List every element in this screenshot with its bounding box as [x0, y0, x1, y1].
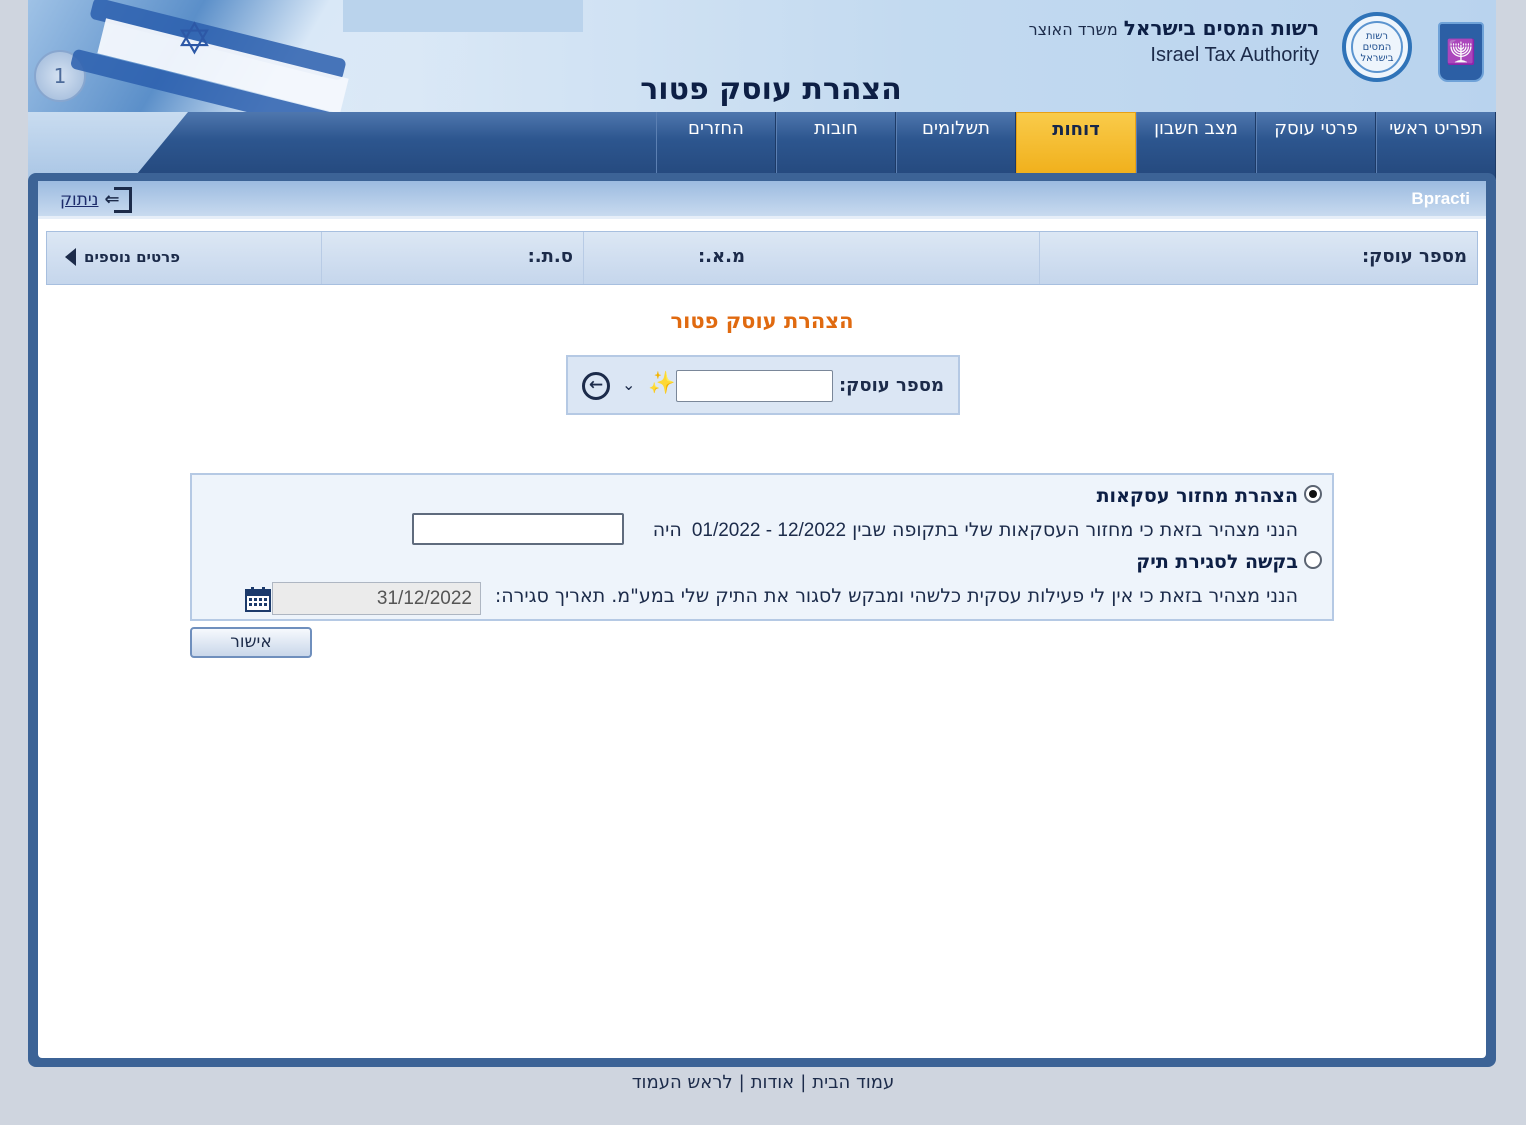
close-file-declaration-text: הנני מצהיר בזאת כי אין לי פעילות עסקית כ…: [494, 585, 1298, 607]
turnover-amount-input[interactable]: [412, 513, 624, 545]
form-title: הצהרת עוסק פטור: [670, 309, 854, 333]
more-details-label[interactable]: פרטים נוספים: [84, 248, 180, 266]
search-label: מספר עוסק:: [838, 375, 944, 396]
footer-link-about[interactable]: אודות: [751, 1072, 795, 1093]
main-panel-content: Bpracti ⇐ ניתוק מספר עוסק: מ.א.: ס.ת.: פ…: [38, 181, 1486, 1058]
turnover-text-suffix: היה: [652, 519, 682, 541]
footer-link-home[interactable]: עמוד הבית: [812, 1072, 894, 1093]
more-details-link[interactable]: פרטים נוספים: [65, 248, 180, 266]
page-heading: הצהרת עוסק פטור: [640, 72, 902, 107]
star-of-david-icon: ✡: [176, 14, 213, 65]
authority-name-english: Israel Tax Authority: [1150, 44, 1319, 66]
tab-debts[interactable]: חובות: [776, 112, 896, 180]
logout-icon[interactable]: ⇐: [104, 187, 133, 213]
info-cell-st: ס.ת.:: [321, 232, 583, 284]
authority-name-hebrew: רשות המסים בישראל משרד האוצר: [1029, 16, 1319, 40]
tab-account-status[interactable]: מצב חשבון: [1136, 112, 1256, 180]
calendar-icon[interactable]: [244, 585, 272, 613]
tax-authority-logo[interactable]: רשות המסים בישראל: [1342, 12, 1412, 82]
authority-name: רשות המסים בישראל: [1123, 16, 1319, 40]
dealer-number-label: מספר עוסק:: [1361, 246, 1467, 267]
logo-inner-ring: רשות המסים בישראל: [1351, 21, 1403, 73]
dealer-search-box: מספר עוסק: ✨ ⌄ ←: [566, 355, 960, 415]
page-wrapper: 1 ✡ הצהרת עוסק פטור רשות המסים בישראל מש…: [28, 0, 1496, 1125]
tab-main-menu[interactable]: תפריט ראשי: [1376, 112, 1496, 180]
username-label: Bpracti: [1411, 189, 1470, 208]
turnover-text-prefix: הנני מצהיר בזאת כי מחזור העסקאות שלי בתק…: [852, 519, 1298, 541]
radio-close-file[interactable]: [1304, 551, 1322, 569]
turnover-option-label[interactable]: הצהרת מחזור עסקאות: [1097, 485, 1298, 507]
footer-separator: |: [738, 1072, 745, 1093]
dealer-number-input[interactable]: [676, 370, 833, 402]
dealer-info-bar: מספר עוסק: מ.א.: ס.ת.: פרטים נוספים: [46, 231, 1478, 285]
chevron-down-icon[interactable]: ⌄: [622, 375, 635, 394]
tab-reports[interactable]: דוחות: [1016, 112, 1136, 180]
logout-link[interactable]: ⇐ ניתוק: [60, 187, 133, 213]
logout-label[interactable]: ניתוק: [60, 190, 98, 210]
go-arrow-icon[interactable]: ←: [582, 372, 610, 400]
state-emblem-icon: 🕎: [1438, 22, 1484, 82]
st-label: ס.ת.:: [527, 246, 573, 267]
close-file-option-label[interactable]: בקשה לסגירת תיק: [1136, 551, 1298, 573]
tab-refunds[interactable]: החזרים: [656, 112, 776, 180]
arrow-left-icon[interactable]: [65, 248, 76, 266]
main-nav-tabs: תפריט ראשי פרטי עוסק מצב חשבון דוחות תשל…: [656, 112, 1496, 180]
tab-dealer-details[interactable]: פרטי עוסק: [1256, 112, 1376, 180]
logout-arrow-shape: ⇐: [104, 189, 120, 210]
main-panel: Bpracti ⇐ ניתוק מספר עוסק: מ.א.: ס.ת.: פ…: [28, 173, 1496, 1067]
turnover-declaration-text: הנני מצהיר בזאת כי מחזור העסקאות שלי בתק…: [653, 519, 1298, 542]
site-header: 1 ✡ הצהרת עוסק פטור רשות המסים בישראל מש…: [28, 0, 1496, 112]
turnover-period: 12/2022 - 01/2022: [691, 520, 847, 541]
approve-button[interactable]: אישור: [190, 627, 312, 658]
declaration-box: הצהרת מחזור עסקאות הנני מצהיר בזאת כי מח…: [190, 473, 1334, 621]
logo-text: רשות המסים בישראל: [1360, 30, 1394, 64]
footer-links: עמוד הבית|אודות|לראש העמוד: [0, 1072, 1526, 1093]
magic-wand-icon[interactable]: ✨: [648, 371, 675, 396]
ministry-name: משרד האוצר: [1028, 20, 1118, 39]
footer-separator: |: [800, 1072, 807, 1093]
header-blank-area: [343, 0, 583, 32]
info-cell-ma: מ.א.:: [583, 232, 1039, 284]
radio-turnover-declaration[interactable]: [1304, 485, 1322, 503]
tab-payments[interactable]: תשלומים: [896, 112, 1016, 180]
footer-link-top[interactable]: לראש העמוד: [632, 1072, 733, 1093]
ma-label: מ.א.:: [697, 246, 745, 267]
user-bar: Bpracti ⇐ ניתוק: [38, 181, 1486, 219]
closing-date-field[interactable]: 31/12/2022: [272, 582, 481, 615]
info-cell-dealer-number: מספר עוסק:: [1039, 232, 1477, 284]
